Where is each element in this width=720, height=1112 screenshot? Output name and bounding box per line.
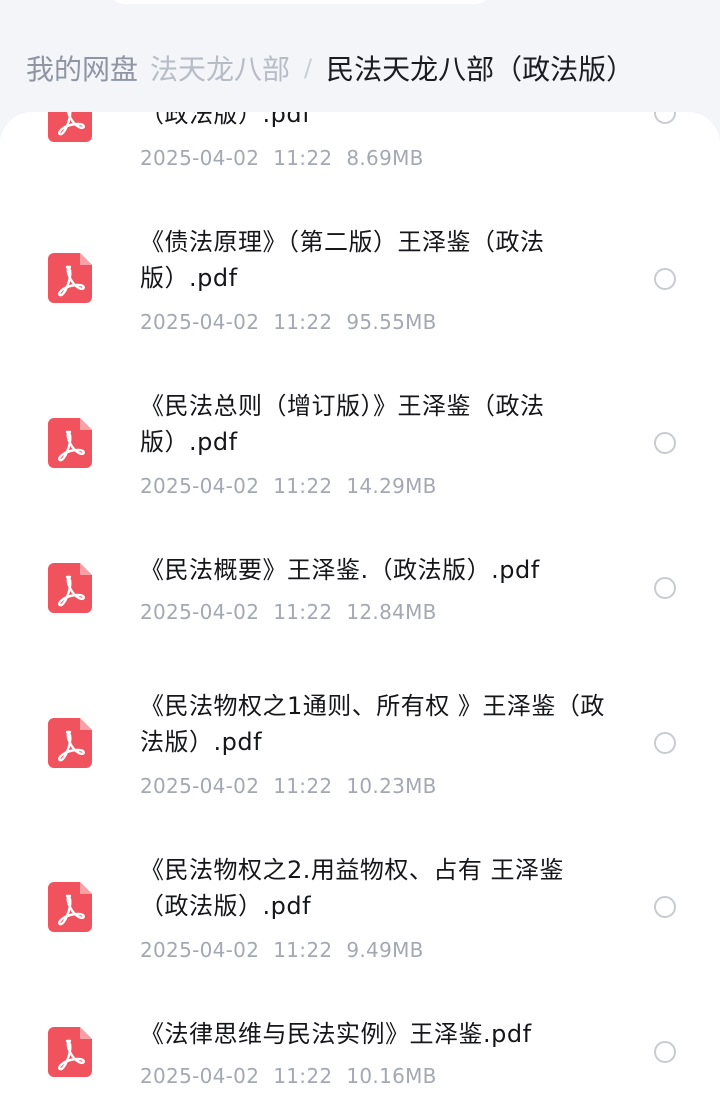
file-size: 9.49MB xyxy=(346,938,424,962)
file-date: 2025-04-02 xyxy=(140,474,260,498)
file-title: 《民法物权之1通则、所有权 》王泽鉴（政法版）.pdf xyxy=(140,692,605,756)
radio-icon[interactable] xyxy=(654,896,676,918)
breadcrumb: 我的网盘 法天龙八部 / 民法天龙八部（政法版） xyxy=(0,40,720,96)
file-title: 《民法总则（增订版）》王泽鉴（政法版）.pdf xyxy=(140,392,545,456)
radio-icon[interactable] xyxy=(654,1041,676,1063)
file-meta: 2025-04-02 11:22 12.84MB xyxy=(140,600,437,624)
file-time: 11:22 xyxy=(273,600,333,624)
radio-icon[interactable] xyxy=(654,268,676,290)
file-size: 95.55MB xyxy=(346,310,437,334)
file-time: 11:22 xyxy=(273,1064,333,1088)
radio-icon[interactable] xyxy=(654,112,676,124)
breadcrumb-current: 民法天龙八部（政法版） xyxy=(326,53,635,86)
file-title: 《民法物权之2.用益物权、占有 王泽鉴（政法版）.pdf xyxy=(140,856,565,920)
file-meta: 2025-04-02 11:22 10.16MB xyxy=(140,1064,437,1088)
radio-icon[interactable] xyxy=(654,732,676,754)
file-meta: 2025-04-02 11:22 14.29MB xyxy=(140,474,437,498)
top-bar-remnant xyxy=(110,0,490,4)
file-size: 10.16MB xyxy=(346,1064,437,1088)
file-meta: 2025-04-02 11:22 10.23MB xyxy=(140,774,437,798)
pdf-icon xyxy=(48,418,92,468)
file-title: （政法版）.pdf xyxy=(140,112,312,128)
file-time: 11:22 xyxy=(273,938,333,962)
file-meta: 2025-04-02 11:22 95.55MB xyxy=(140,310,437,334)
file-size: 12.84MB xyxy=(346,600,437,624)
file-date: 2025-04-02 xyxy=(140,600,260,624)
pdf-icon xyxy=(48,882,92,932)
file-meta: 2025-04-02 11:22 9.49MB xyxy=(140,938,424,962)
pdf-icon xyxy=(48,718,92,768)
pdf-icon xyxy=(48,253,92,303)
file-time: 11:22 xyxy=(273,310,333,334)
file-date: 2025-04-02 xyxy=(140,146,260,170)
file-meta: 2025-04-02 11:22 8.69MB xyxy=(140,146,424,170)
pdf-icon xyxy=(48,112,92,142)
pdf-icon xyxy=(48,1027,92,1077)
breadcrumb-separator: / xyxy=(304,54,313,82)
file-size: 10.23MB xyxy=(346,774,437,798)
file-title: 《民法概要》王泽鉴.（政法版）.pdf xyxy=(140,556,540,584)
file-date: 2025-04-02 xyxy=(140,310,260,334)
file-date: 2025-04-02 xyxy=(140,1064,260,1088)
file-time: 11:22 xyxy=(273,774,333,798)
radio-icon[interactable] xyxy=(654,432,676,454)
breadcrumb-root[interactable]: 我的网盘 xyxy=(14,42,149,94)
file-size: 14.29MB xyxy=(346,474,437,498)
file-size: 8.69MB xyxy=(346,146,424,170)
radio-icon[interactable] xyxy=(654,577,676,599)
file-title: 《法律思维与民法实例》王泽鉴.pdf xyxy=(140,1020,532,1048)
file-date: 2025-04-02 xyxy=(140,774,260,798)
file-time: 11:22 xyxy=(273,146,333,170)
file-time: 11:22 xyxy=(273,474,333,498)
breadcrumb-parent[interactable]: 法天龙八部 xyxy=(150,48,290,88)
file-title: 《债法原理》（第二版）王泽鉴（政法版）.pdf xyxy=(140,228,545,292)
file-list: （政法版）.pdf 2025-04-02 11:22 8.69MB 《债法原理》（第… xyxy=(0,112,720,1112)
pdf-icon xyxy=(48,563,92,613)
file-date: 2025-04-02 xyxy=(140,938,260,962)
